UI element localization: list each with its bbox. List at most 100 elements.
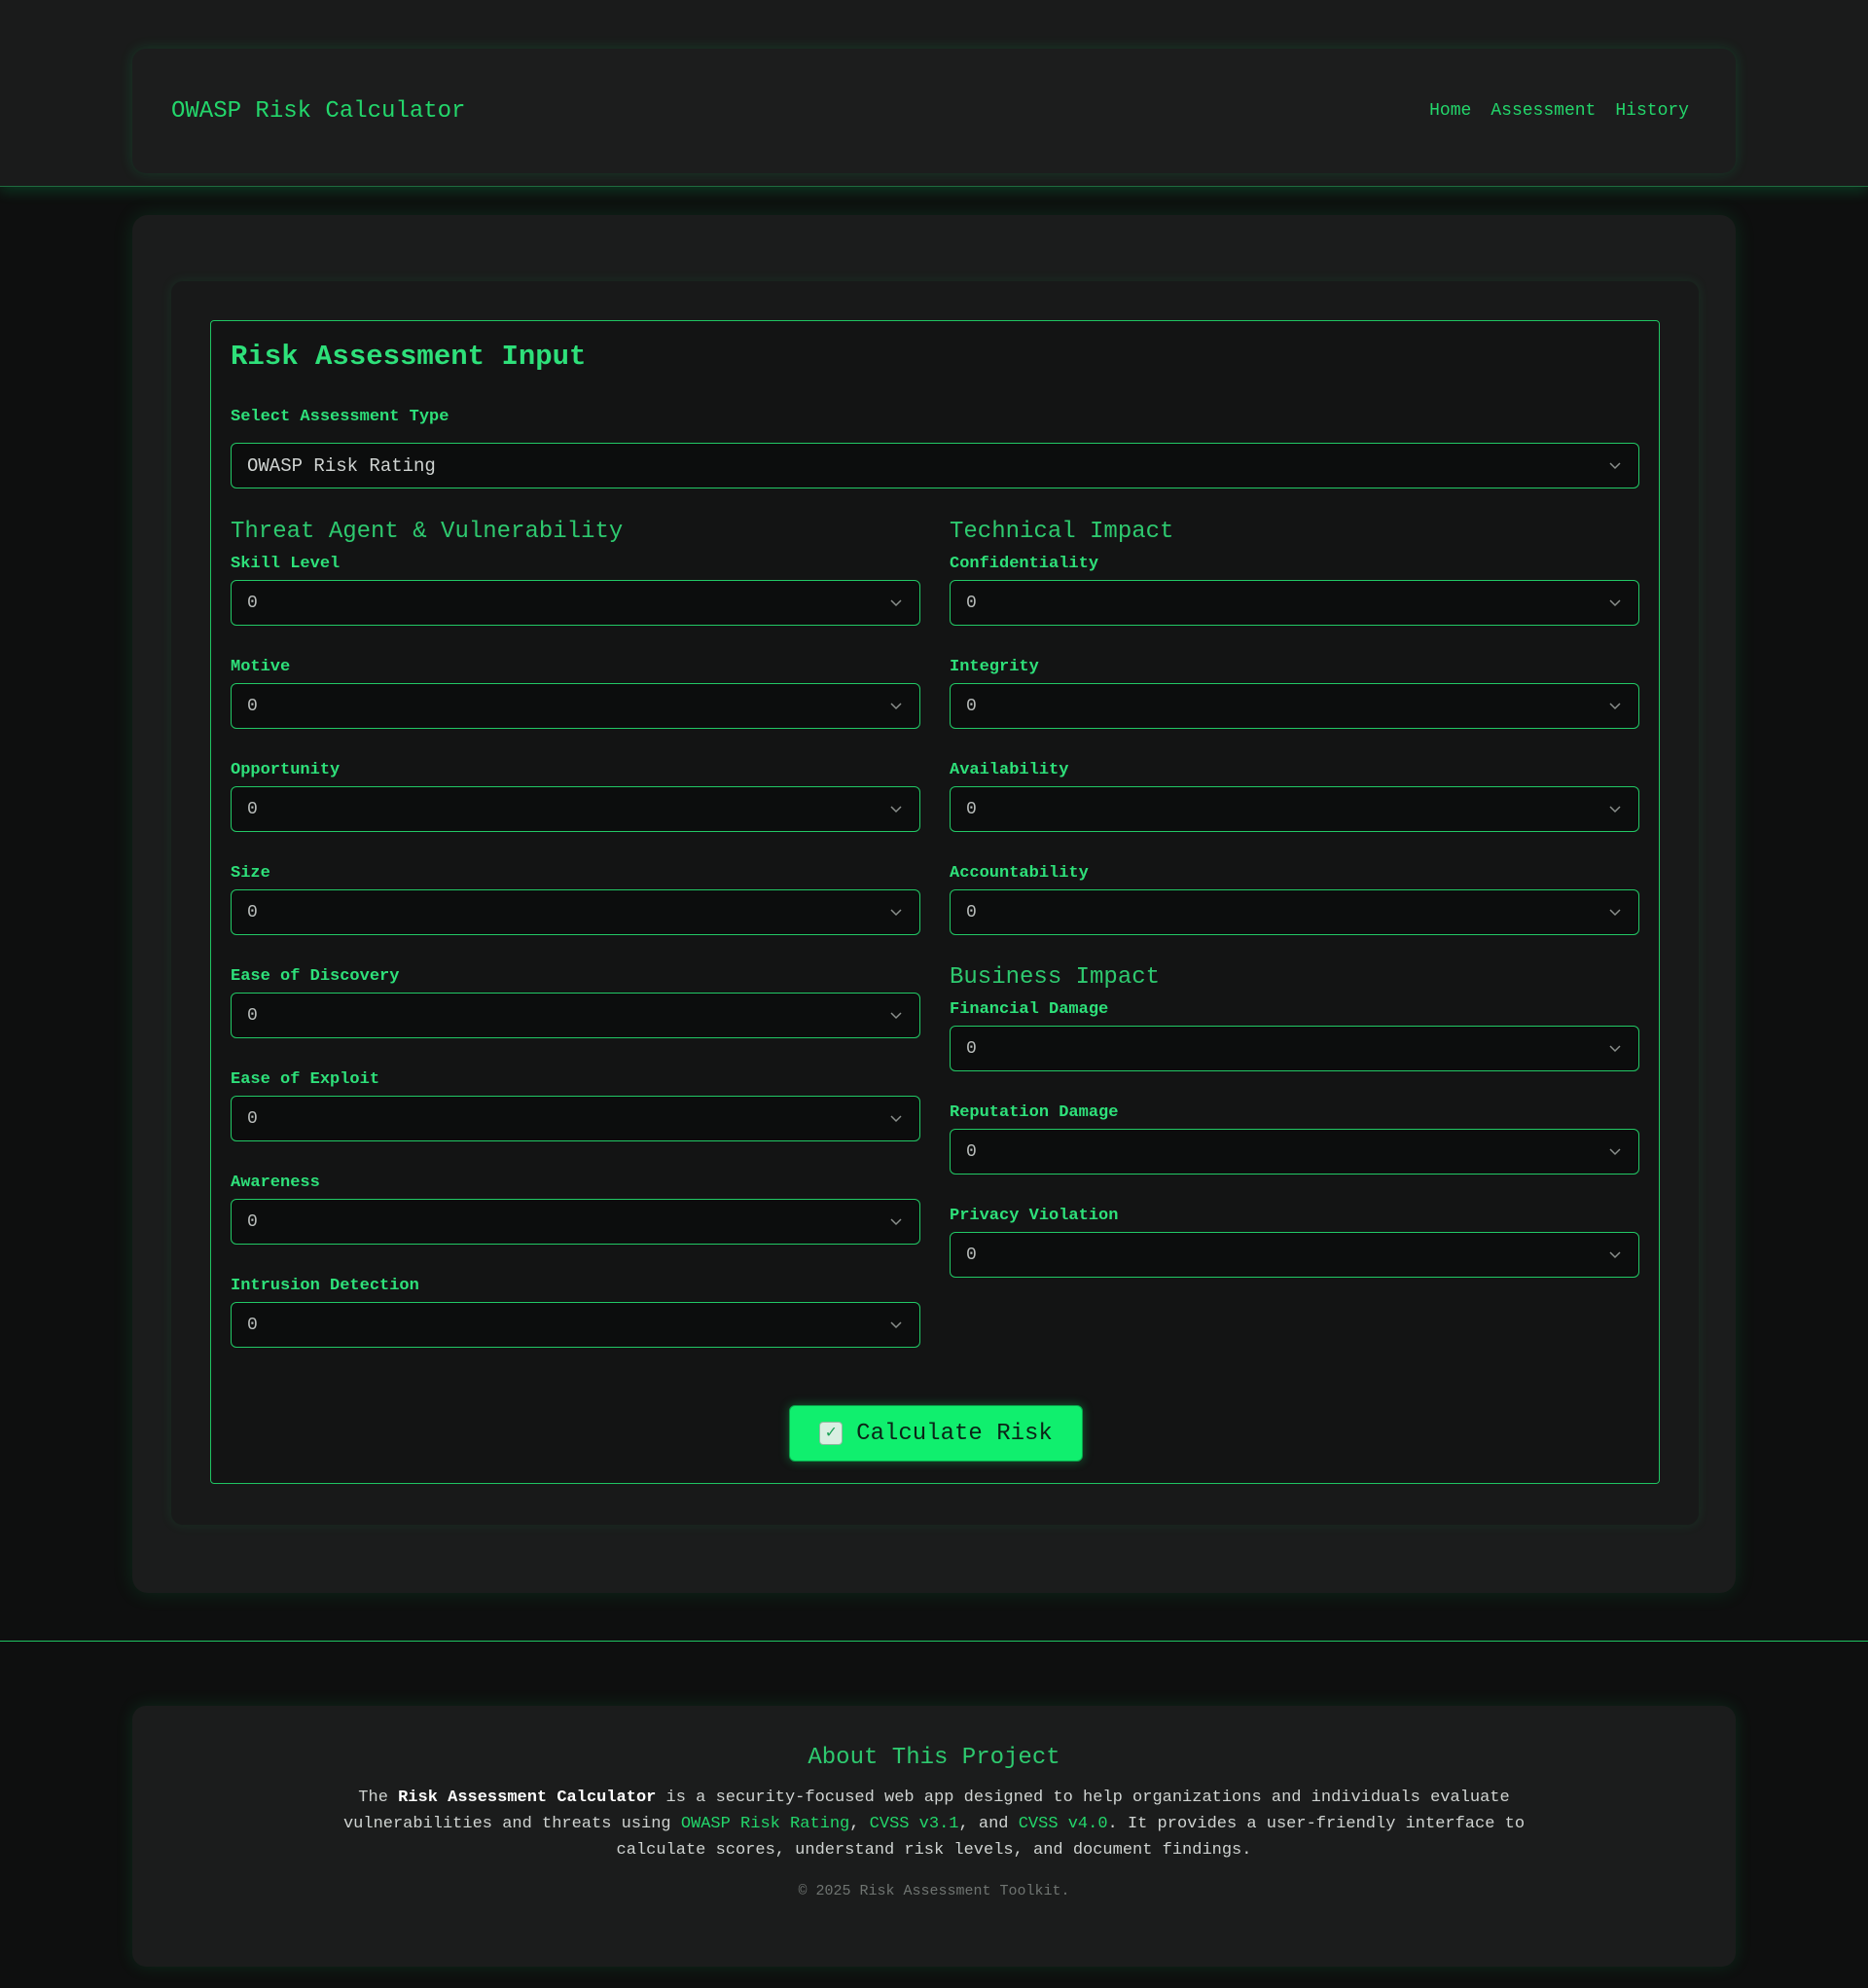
field-label: Ease of Discovery: [231, 967, 400, 986]
skill-level-select[interactable]: 0: [231, 580, 920, 626]
field-label: Reputation Damage: [950, 1103, 1119, 1122]
chevron-down-icon: [1609, 806, 1621, 813]
select-value: 0: [966, 1038, 977, 1059]
field-label: Privacy Violation: [950, 1207, 1119, 1225]
chevron-down-icon: [1609, 1045, 1621, 1053]
field-label: Opportunity: [231, 761, 341, 779]
select-value: 0: [247, 799, 258, 819]
chevron-down-icon: [1609, 1251, 1621, 1259]
ease-of-discovery-select[interactable]: 0: [231, 993, 920, 1038]
select-value: 0: [247, 1315, 258, 1335]
opportunity-select[interactable]: 0: [231, 786, 920, 832]
chevron-down-icon: [1609, 462, 1621, 470]
select-value: 0: [966, 902, 977, 922]
field-label: Intrusion Detection: [231, 1277, 419, 1295]
nav-links: Home Assessment History: [1429, 101, 1689, 121]
field-label: Size: [231, 864, 270, 883]
ease-of-exploit-select[interactable]: 0: [231, 1096, 920, 1141]
motive-select[interactable]: 0: [231, 683, 920, 729]
chevron-down-icon: [890, 599, 902, 607]
about-text-part: ,: [849, 1815, 870, 1833]
financial-damage-select[interactable]: 0: [950, 1026, 1639, 1071]
calculate-risk-button[interactable]: ✓ Calculate Risk: [789, 1405, 1083, 1462]
select-value: 0: [966, 1141, 977, 1162]
about-title: About This Project: [808, 1745, 1060, 1771]
chevron-down-icon: [1609, 599, 1621, 607]
field-motive: Motive 0: [231, 652, 920, 755]
select-value: 0: [247, 1108, 258, 1129]
field-label: Accountability: [950, 864, 1089, 883]
chevron-down-icon: [890, 909, 902, 917]
reputation-damage-select[interactable]: 0: [950, 1129, 1639, 1175]
field-opportunity: Opportunity 0: [231, 755, 920, 858]
integrity-select[interactable]: 0: [950, 683, 1639, 729]
nav-link-assessment[interactable]: Assessment: [1491, 101, 1596, 121]
about-text-part: The: [358, 1789, 399, 1807]
select-value: 0: [966, 696, 977, 716]
field-accountability: Accountability 0: [950, 858, 1639, 961]
brand-title[interactable]: OWASP Risk Calculator: [171, 98, 465, 125]
about-app-name: Risk Assessment Calculator: [398, 1789, 657, 1807]
assessment-type-select[interactable]: OWASP Risk Rating: [231, 443, 1639, 488]
assessment-type-label: Select Assessment Type: [231, 408, 449, 426]
confidentiality-select[interactable]: 0: [950, 580, 1639, 626]
privacy-violation-select[interactable]: 0: [950, 1232, 1639, 1278]
nav-link-history[interactable]: History: [1615, 101, 1689, 121]
field-financial-damage: Financial Damage 0: [950, 994, 1639, 1098]
chevron-down-icon: [890, 1115, 902, 1123]
field-privacy-violation: Privacy Violation 0: [950, 1201, 1639, 1304]
field-awareness: Awareness 0: [231, 1168, 920, 1271]
select-value: 0: [247, 696, 258, 716]
cvss40-link[interactable]: CVSS v4.0: [1019, 1815, 1108, 1833]
chevron-down-icon: [1609, 909, 1621, 917]
technical-section-title: Technical Impact: [950, 519, 1174, 545]
nav-link-home[interactable]: Home: [1429, 101, 1471, 121]
owasp-link[interactable]: OWASP Risk Rating: [681, 1815, 849, 1833]
threat-section-title: Threat Agent & Vulnerability: [231, 519, 624, 545]
field-availability: Availability 0: [950, 755, 1639, 858]
field-label: Ease of Exploit: [231, 1070, 380, 1089]
about-text-part: , and: [958, 1815, 1019, 1833]
field-intrusion-detection: Intrusion Detection 0: [231, 1271, 920, 1374]
cvss31-link[interactable]: CVSS v3.1: [870, 1815, 959, 1833]
field-skill-level: Skill Level 0: [231, 549, 920, 652]
header-band: OWASP Risk Calculator Home Assessment Hi…: [0, 0, 1868, 187]
chevron-down-icon: [890, 806, 902, 813]
field-label: Financial Damage: [950, 1000, 1109, 1019]
inner-card: Risk Assessment Input Select Assessment …: [171, 281, 1699, 1525]
field-reputation-damage: Reputation Damage 0: [950, 1098, 1639, 1201]
form-title: Risk Assessment Input: [231, 341, 587, 373]
accountability-select[interactable]: 0: [950, 889, 1639, 935]
calculate-risk-label: Calculate Risk: [856, 1420, 1053, 1447]
field-size: Size 0: [231, 858, 920, 961]
impact-column: Technical Impact Confidentiality 0 Integ…: [950, 516, 1639, 1304]
check-mark-button-icon: ✓: [819, 1422, 844, 1445]
field-ease-of-discovery: Ease of Discovery 0: [231, 961, 920, 1065]
size-select[interactable]: 0: [231, 889, 920, 935]
footer-divider: [0, 1641, 1868, 1642]
field-confidentiality: Confidentiality 0: [950, 549, 1639, 652]
select-value: 0: [247, 1211, 258, 1232]
chevron-down-icon: [890, 1321, 902, 1329]
main-card: Risk Assessment Input Select Assessment …: [132, 215, 1736, 1593]
chevron-down-icon: [890, 1218, 902, 1226]
awareness-select[interactable]: 0: [231, 1199, 920, 1245]
field-label: Integrity: [950, 658, 1039, 676]
threat-column: Threat Agent & Vulnerability Skill Level…: [231, 516, 920, 1374]
intrusion-detection-select[interactable]: 0: [231, 1302, 920, 1348]
assessment-type-value: OWASP Risk Rating: [247, 454, 436, 477]
availability-select[interactable]: 0: [950, 786, 1639, 832]
field-label: Motive: [231, 658, 291, 676]
chevron-down-icon: [1609, 1148, 1621, 1156]
field-label: Availability: [950, 761, 1069, 779]
field-integrity: Integrity 0: [950, 652, 1639, 755]
copyright: © 2025 Risk Assessment Toolkit.: [798, 1883, 1070, 1899]
risk-assessment-form: Risk Assessment Input Select Assessment …: [210, 320, 1660, 1484]
chevron-down-icon: [890, 1012, 902, 1020]
select-value: 0: [966, 799, 977, 819]
field-label: Skill Level: [231, 555, 341, 573]
select-value: 0: [966, 593, 977, 613]
field-label: Confidentiality: [950, 555, 1099, 573]
select-value: 0: [247, 1005, 258, 1026]
select-value: 0: [966, 1245, 977, 1265]
